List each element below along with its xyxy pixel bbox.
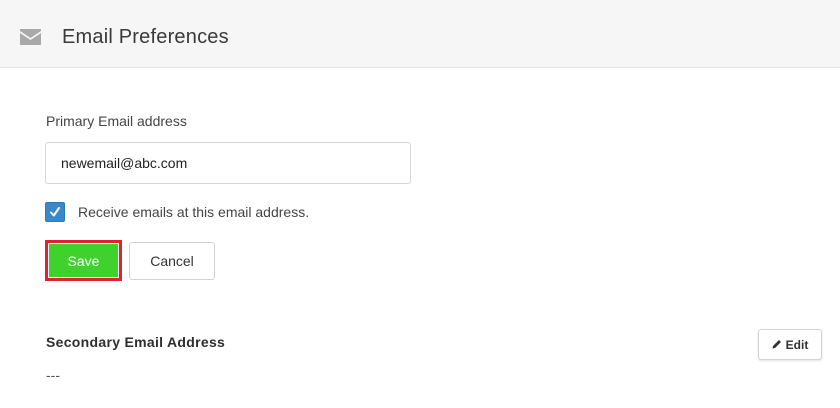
pencil-icon [772, 340, 781, 349]
secondary-email-value: --- [46, 367, 60, 383]
edit-label: Edit [785, 337, 809, 352]
page-header: Email Preferences [0, 0, 840, 68]
receive-emails-label: Receive emails at this email address. [78, 204, 310, 220]
page-title: Email Preferences [62, 26, 229, 48]
email-preferences-page: Email Preferences Primary Email address … [0, 0, 840, 408]
save-button[interactable]: Save [49, 244, 118, 277]
mail-icon [20, 29, 41, 45]
primary-email-input[interactable] [45, 142, 411, 184]
receive-emails-checkbox[interactable] [45, 202, 65, 222]
checkmark-icon [50, 207, 60, 217]
primary-email-label: Primary Email address [46, 113, 187, 129]
edit-secondary-email-button[interactable]: Edit [758, 329, 822, 360]
cancel-button[interactable]: Cancel [129, 242, 215, 280]
secondary-email-title: Secondary Email Address [46, 334, 226, 350]
